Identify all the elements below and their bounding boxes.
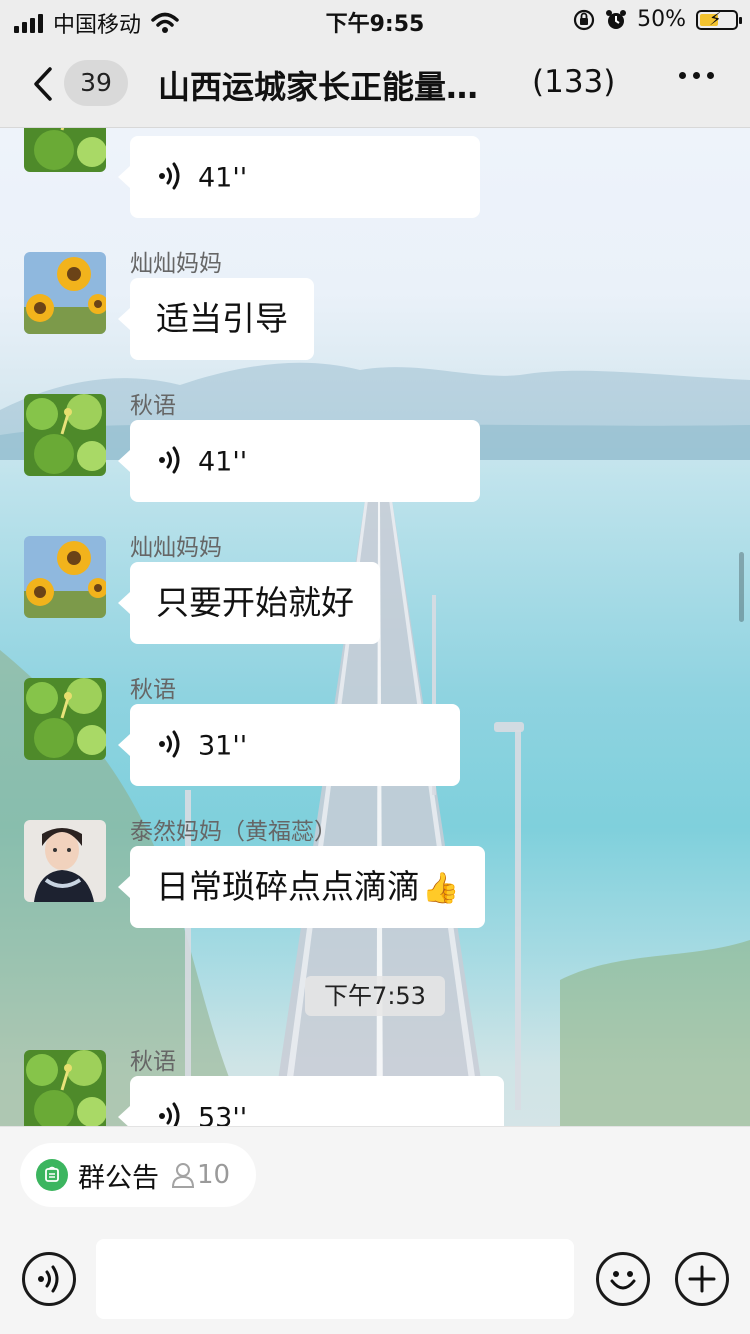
avatar-cancan-mama[interactable] bbox=[24, 252, 106, 334]
avatar-qiuyu[interactable] bbox=[24, 128, 106, 172]
message-list[interactable]: 41'' 灿灿妈妈 适当引导 秋语 41'' 灿灿妈妈 只要开始就好 秋语 31… bbox=[0, 128, 750, 1126]
voice-wave-icon bbox=[159, 1102, 180, 1126]
voice-duration: 41'' bbox=[198, 446, 248, 478]
voice-wave-icon bbox=[159, 446, 180, 473]
message-timestamp: 下午7:53 bbox=[305, 976, 445, 1016]
message-text: 适当引导 bbox=[156, 299, 288, 338]
notice-read-count: 10 bbox=[197, 1160, 231, 1190]
sender-name: 灿灿妈妈 bbox=[130, 251, 222, 277]
voice-wave-icon bbox=[159, 730, 180, 757]
plus-icon bbox=[688, 1265, 716, 1293]
sender-name: 泰然妈妈（黄福蕊） bbox=[130, 819, 337, 845]
voice-input-button[interactable] bbox=[22, 1252, 76, 1306]
announcement-icon bbox=[36, 1159, 68, 1191]
back-chevron-icon[interactable] bbox=[28, 66, 58, 102]
input-bar bbox=[0, 1235, 750, 1327]
voice-duration: 31'' bbox=[198, 730, 248, 762]
avatar-tairan-mama[interactable] bbox=[24, 820, 106, 902]
person-icon bbox=[171, 1163, 195, 1188]
status-bar: 中国移动 下午9:55 50% ⚡ bbox=[0, 0, 750, 40]
alarm-icon bbox=[606, 9, 627, 29]
unread-count-badge[interactable]: 39 bbox=[64, 60, 128, 106]
scrollbar[interactable] bbox=[739, 552, 744, 622]
more-options-icon[interactable] bbox=[679, 72, 714, 79]
text-message-bubble[interactable]: 只要开始就好 bbox=[118, 562, 380, 644]
message-text: 日常琐碎点点滴滴 bbox=[156, 867, 420, 906]
chat-header: 39 山西运城家长正能量… (133) bbox=[0, 40, 750, 128]
avatar-qiuyu[interactable] bbox=[24, 394, 106, 476]
sender-name: 灿灿妈妈 bbox=[130, 535, 222, 561]
bottom-panel: 群公告 10 bbox=[0, 1126, 750, 1334]
text-message-bubble[interactable]: 日常琐碎点点滴滴👍 bbox=[117, 846, 486, 928]
voice-wave-icon bbox=[159, 162, 180, 189]
voice-message-bubble[interactable]: 41'' bbox=[118, 136, 480, 218]
battery-percent: 50% bbox=[637, 7, 686, 32]
group-notice-button[interactable]: 群公告 10 bbox=[20, 1143, 256, 1207]
avatar-qiuyu[interactable] bbox=[24, 1050, 106, 1126]
voice-message-bubble[interactable]: 41'' bbox=[118, 420, 480, 502]
text-message-bubble[interactable]: 适当引导 bbox=[118, 278, 314, 360]
orientation-lock-icon bbox=[573, 9, 595, 30]
avatar-qiuyu[interactable] bbox=[24, 678, 106, 760]
more-functions-button[interactable] bbox=[675, 1252, 729, 1306]
avatar-cancan-mama[interactable] bbox=[24, 536, 106, 618]
thumbs-up-emoji: 👍 bbox=[422, 870, 460, 906]
battery-icon: ⚡ bbox=[696, 9, 742, 30]
member-count: (133) bbox=[532, 64, 616, 100]
sender-name: 秋语 bbox=[130, 393, 176, 419]
message-input[interactable] bbox=[96, 1239, 574, 1319]
chat-title: 山西运城家长正能量… bbox=[158, 68, 479, 106]
voice-duration: 53'' bbox=[198, 1102, 248, 1127]
emoji-button[interactable] bbox=[596, 1252, 650, 1306]
group-notice-label: 群公告 bbox=[78, 1162, 159, 1194]
voice-wave-icon bbox=[38, 1265, 59, 1293]
voice-message-bubble[interactable]: 53'' bbox=[118, 1076, 504, 1127]
sender-name: 秋语 bbox=[130, 677, 176, 703]
message-text: 只要开始就好 bbox=[156, 583, 354, 622]
voice-duration: 41'' bbox=[198, 162, 248, 194]
voice-message-bubble[interactable]: 31'' bbox=[118, 704, 460, 786]
smiley-icon bbox=[610, 1271, 636, 1290]
sender-name: 秋语 bbox=[130, 1049, 176, 1075]
